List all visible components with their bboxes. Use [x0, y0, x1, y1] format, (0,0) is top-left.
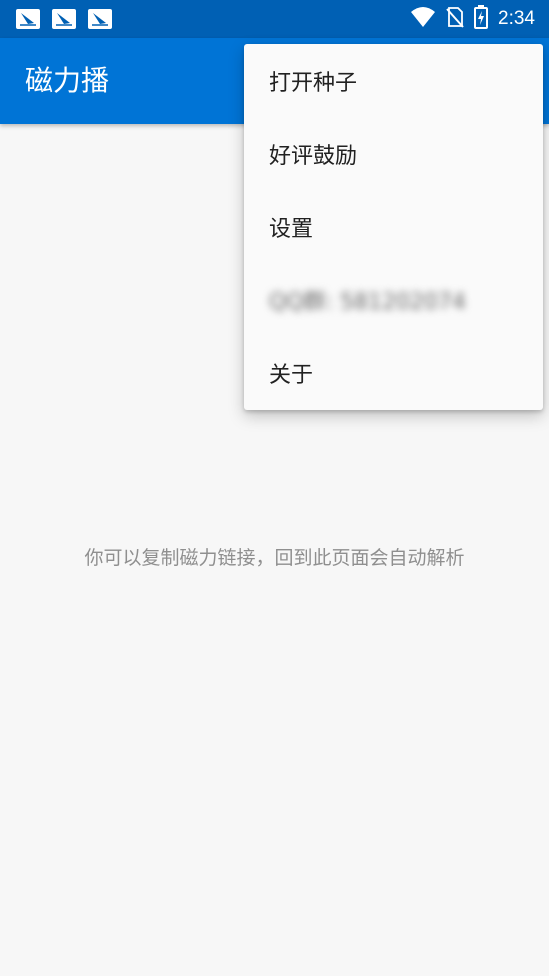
status-bar: 2:34 — [0, 0, 549, 38]
menu-item-label: 好评鼓励 — [269, 143, 358, 169]
app-notification-icon — [16, 9, 40, 29]
battery-charging-icon — [474, 5, 489, 33]
menu-item-qq-group[interactable]: QQ群: 581202074 — [244, 263, 543, 336]
menu-item-about[interactable]: 关于 — [244, 336, 543, 409]
app-title: 磁力播 — [25, 64, 110, 97]
empty-state-hint: 你可以复制磁力链接，回到此页面会自动解析 — [84, 547, 465, 569]
overflow-menu: 打开种子 好评鼓励 设置 QQ群: 581202074 关于 — [244, 44, 543, 410]
no-sim-icon — [446, 6, 464, 32]
app-notification-icon — [52, 9, 76, 29]
menu-item-label: 设置 — [269, 216, 314, 242]
notification-icons — [16, 9, 112, 29]
wifi-icon — [410, 6, 436, 32]
system-status-icons: 2:34 — [410, 5, 535, 33]
menu-item-open-torrent[interactable]: 打开种子 — [244, 44, 543, 117]
menu-item-label: 关于 — [269, 362, 314, 388]
menu-item-label: 打开种子 — [269, 70, 358, 96]
menu-item-settings[interactable]: 设置 — [244, 190, 543, 263]
menu-item-label: QQ群: 581202074 — [269, 289, 467, 315]
app-notification-icon — [88, 9, 112, 29]
status-time: 2:34 — [498, 8, 535, 29]
menu-item-rate-app[interactable]: 好评鼓励 — [244, 117, 543, 190]
